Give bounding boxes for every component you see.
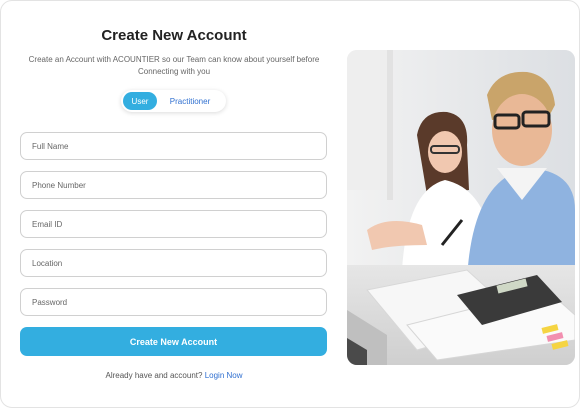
login-prompt-text: Already have and account? [105, 371, 203, 380]
toggle-user-option[interactable]: User [123, 92, 157, 110]
toggle-practitioner-option[interactable]: Practitioner [157, 92, 223, 110]
phone-number-input[interactable] [20, 171, 327, 199]
page-subtitle: Create an Account with ACOUNTIER so our … [28, 55, 320, 76]
login-prompt: Already have and account? Login Now [19, 371, 329, 380]
email-input[interactable] [20, 210, 327, 238]
password-input[interactable] [20, 288, 327, 316]
login-now-link[interactable]: Login Now [205, 371, 243, 380]
location-input[interactable] [20, 249, 327, 277]
full-name-input[interactable] [20, 132, 327, 160]
page-title: Create New Account [101, 27, 247, 44]
account-type-toggle: User Practitioner [121, 90, 226, 112]
hero-photo [347, 50, 575, 365]
hero-photo-illustration [347, 50, 575, 365]
signup-card: Create New Account Create an Account wit… [0, 0, 580, 408]
create-account-button[interactable]: Create New Account [20, 327, 327, 356]
